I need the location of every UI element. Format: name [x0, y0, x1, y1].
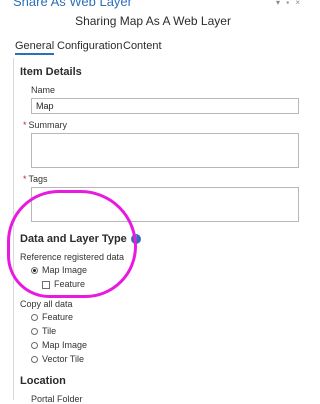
pane-controls[interactable]: ▾ ▪ × [276, 0, 302, 7]
summary-label: Summary [28, 120, 68, 130]
summary-field[interactable] [31, 133, 299, 168]
copy-option-vector-tile[interactable]: Vector Tile [31, 354, 84, 364]
option-label: Feature [42, 312, 74, 322]
radio-icon[interactable] [31, 342, 38, 350]
name-label: Name [31, 85, 56, 95]
copy-all-data-label: Copy all data [20, 299, 73, 309]
required-marker: * [23, 174, 27, 184]
tags-label: Tags [28, 174, 48, 184]
copy-option-map-image[interactable]: Map Image [31, 340, 87, 350]
radio-icon[interactable] [31, 314, 38, 322]
location-heading: Location [20, 375, 66, 387]
page-title: Sharing Map As A Web Layer [75, 14, 231, 28]
item-details-heading: Item Details [20, 66, 82, 78]
portal-folder-label: Portal Folder [31, 394, 83, 404]
radio-icon[interactable] [31, 328, 38, 336]
pane-titlebar: Share As Web Layer ▾ ▪ × [0, 0, 306, 10]
required-marker: * [23, 120, 27, 130]
name-field[interactable]: Map [31, 98, 299, 114]
tab-content[interactable]: Content [123, 40, 162, 52]
summary-label-row: * Summary [23, 120, 67, 130]
copy-option-tile[interactable]: Tile [31, 326, 56, 336]
option-label: Map Image [42, 340, 88, 350]
tags-label-row: * Tags [23, 174, 48, 184]
highlight-annotation [7, 190, 137, 298]
radio-icon[interactable] [31, 356, 38, 364]
tab-configuration[interactable]: Configuration [57, 40, 122, 52]
option-label: Vector Tile [42, 354, 85, 364]
tab-general[interactable]: General [15, 40, 55, 55]
option-label: Tile [42, 326, 57, 336]
copy-option-feature[interactable]: Feature [31, 312, 73, 322]
pane-title: Share As Web Layer [13, 0, 132, 9]
